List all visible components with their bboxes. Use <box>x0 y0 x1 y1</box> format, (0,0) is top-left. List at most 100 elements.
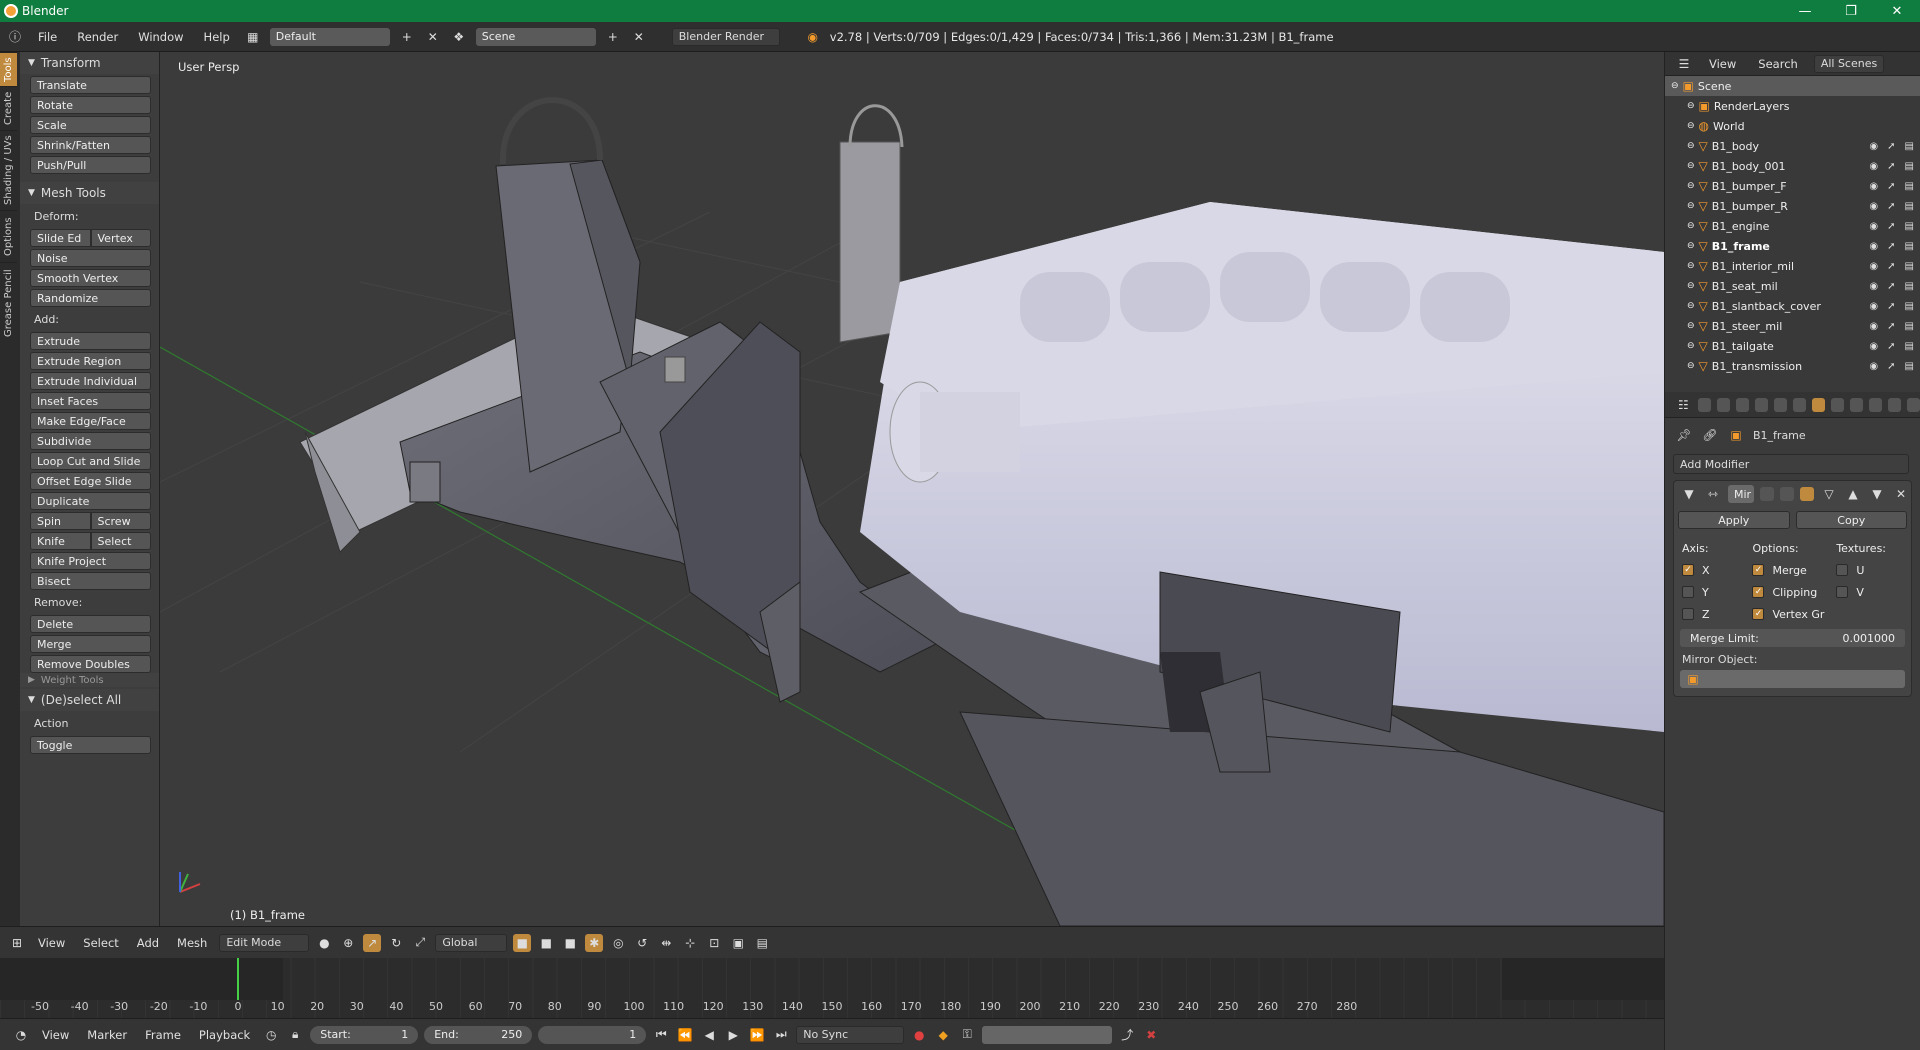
display-mode-dropdown[interactable]: All Scenes <box>1813 54 1885 73</box>
minimize-button[interactable]: — <box>1782 4 1828 19</box>
menu-help[interactable]: Help <box>198 30 236 44</box>
manipulator-icon[interactable]: ↗ <box>363 933 382 952</box>
eye-icon[interactable]: ◉ <box>1869 141 1878 152</box>
texture-tab-icon[interactable] <box>1868 397 1882 412</box>
subdivide-button[interactable]: Subdivide <box>30 432 151 450</box>
move-down-icon[interactable]: ▼ <box>1868 485 1886 503</box>
cursor-icon[interactable]: ➚ <box>1887 341 1895 352</box>
make-edge-face-button[interactable]: Make Edge/Face <box>30 412 151 430</box>
expand-toggle-icon[interactable]: ⊖ <box>1671 81 1679 91</box>
keying-set-field-icon[interactable]: ⚿ <box>958 1026 976 1044</box>
rotate-manipulator-icon[interactable]: ↻ <box>387 934 405 952</box>
screen-layout-icon[interactable]: ▦ <box>244 28 262 46</box>
texture-checkbox[interactable]: V <box>1836 581 1903 603</box>
jump-keyframe-forward-icon[interactable]: ⏩ <box>748 1026 766 1044</box>
expand-toggle-icon[interactable]: ⊖ <box>1687 281 1695 291</box>
eye-icon[interactable]: ◉ <box>1869 301 1878 312</box>
loop-cut-slide-button[interactable]: Loop Cut and Slide <box>30 452 151 470</box>
expand-toggle-icon[interactable]: ⊖ <box>1687 261 1695 271</box>
remove-scene-icon[interactable]: ✕ <box>630 28 648 46</box>
outliner-item[interactable]: ⊖ ▽ B1_frame ◉ ➚ ▤ <box>1665 236 1920 256</box>
timeline[interactable]: -50 -40 -30 -20 -10 0 10 20 30 40 50 60 70 80 90 100 110… <box>0 958 1664 1018</box>
pin-icon[interactable]: 📌︎ <box>1675 426 1693 444</box>
data-tab-icon[interactable] <box>1830 397 1844 412</box>
insert-keyframe-icon[interactable]: ⤴ <box>1118 1026 1136 1044</box>
remove-doubles-button[interactable]: Remove Doubles <box>30 655 151 673</box>
bisect-button[interactable]: Bisect <box>30 572 151 590</box>
render-engine-dropdown[interactable]: Blender Render <box>671 27 780 46</box>
axis-checkbox[interactable]: ✓ X <box>1682 559 1752 581</box>
cursor-icon[interactable]: ➚ <box>1887 221 1895 232</box>
checkbox-box[interactable] <box>1682 586 1694 598</box>
keying-set-icon[interactable]: ◆ <box>934 1026 952 1044</box>
expand-toggle-icon[interactable]: ⊖ <box>1687 361 1695 371</box>
option-checkbox[interactable]: ✓ Merge <box>1752 559 1836 581</box>
noise-button[interactable]: Noise <box>30 249 151 267</box>
cursor-icon[interactable]: ➚ <box>1887 261 1895 272</box>
knife-button[interactable]: Knife <box>30 532 91 550</box>
mirror-object-field[interactable]: ▣ <box>1680 670 1905 688</box>
apply-button[interactable]: Apply <box>1678 511 1790 529</box>
camera-icon[interactable]: ▤ <box>1905 201 1914 212</box>
play-icon[interactable]: ▶ <box>724 1026 742 1044</box>
physics-tab-icon[interactable] <box>1906 397 1920 412</box>
opengl-anim-icon[interactable]: ▤ <box>753 934 771 952</box>
menu-view[interactable]: View <box>36 1028 75 1042</box>
screen-layout-field[interactable]: Default <box>269 27 390 46</box>
add-modifier-dropdown[interactable]: Add Modifier <box>1673 454 1909 474</box>
checkbox-box[interactable]: ✓ <box>1752 586 1765 598</box>
world-tab-icon[interactable] <box>1754 397 1768 412</box>
maximize-button[interactable]: ❐ <box>1828 4 1874 19</box>
expand-toggle-icon[interactable]: ⊖ <box>1687 241 1695 251</box>
constraints-tab-icon[interactable] <box>1792 397 1806 412</box>
knife-project-button[interactable]: Knife Project <box>30 552 151 570</box>
menu-view[interactable]: View <box>1703 57 1742 71</box>
eye-icon[interactable]: ◉ <box>1869 161 1878 172</box>
editor-type-icon[interactable]: ☷ <box>1675 396 1692 414</box>
cursor-icon[interactable]: ➚ <box>1887 241 1895 252</box>
mesh-tools-panel-header[interactable]: ▼ Mesh Tools <box>20 182 159 204</box>
expand-toggle-icon[interactable]: ⊖ <box>1687 101 1695 111</box>
outliner-item[interactable]: ⊖ ▽ B1_engine ◉ ➚ ▤ <box>1665 216 1920 236</box>
cursor-icon[interactable]: ➚ <box>1887 281 1895 292</box>
limit-selection-icon[interactable]: ✱ <box>585 933 604 952</box>
outliner-item[interactable]: ⊖ ▣ Scene <box>1665 76 1920 96</box>
start-frame-field[interactable]: Start: 1 <box>310 1025 419 1044</box>
expand-toggle-icon[interactable]: ⊖ <box>1687 121 1695 131</box>
smooth-vertex-button[interactable]: Smooth Vertex <box>30 269 151 287</box>
merge-button[interactable]: Merge <box>30 635 151 653</box>
collapse-triangle-icon[interactable]: ▼ <box>1680 485 1698 503</box>
camera-icon[interactable]: ▤ <box>1905 321 1914 332</box>
merge-limit-field[interactable]: Merge Limit: 0.001000 <box>1680 629 1905 647</box>
eye-icon[interactable]: ◉ <box>1869 241 1878 252</box>
eye-icon[interactable]: ◉ <box>1869 201 1878 212</box>
cursor-icon[interactable]: ➚ <box>1887 321 1895 332</box>
scene-field[interactable]: Scene <box>475 27 596 46</box>
delete-button[interactable]: Delete <box>30 615 151 633</box>
remove-modifier-icon[interactable]: ✕ <box>1892 485 1910 503</box>
cursor-icon[interactable]: ➚ <box>1887 301 1895 312</box>
cursor-icon[interactable]: ➚ <box>1887 161 1895 172</box>
spin-button[interactable]: Spin <box>30 512 91 530</box>
camera-icon[interactable]: ▤ <box>1905 361 1914 372</box>
cursor-icon[interactable]: ➚ <box>1887 361 1895 372</box>
eye-icon[interactable]: ◉ <box>1869 281 1878 292</box>
outliner-item[interactable]: ⊖ ▽ B1_interior_mil ◉ ➚ ▤ <box>1665 256 1920 276</box>
camera-icon[interactable]: ▤ <box>1905 181 1914 192</box>
modifier-name-field[interactable]: Mir <box>1728 485 1754 503</box>
menu-search[interactable]: Search <box>1752 57 1804 71</box>
tab-create[interactable]: Create <box>0 86 17 130</box>
shading-dropdown-icon[interactable]: ● <box>315 934 333 952</box>
scale-manipulator-icon[interactable]: ⤢ <box>411 934 429 952</box>
option-checkbox[interactable]: ✓ Clipping <box>1752 581 1836 603</box>
end-frame-field[interactable]: End: 250 <box>424 1025 533 1044</box>
close-button[interactable]: ✕ <box>1874 4 1920 19</box>
outliner-item[interactable]: ⊖ ▽ B1_body ◉ ➚ ▤ <box>1665 136 1920 156</box>
play-reverse-icon[interactable]: ◀ <box>700 1026 718 1044</box>
tab-grease-pencil[interactable]: Grease Pencil <box>0 262 17 344</box>
scale-button[interactable]: Scale <box>30 116 151 134</box>
move-up-icon[interactable]: ▲ <box>1844 485 1862 503</box>
menu-render[interactable]: Render <box>71 30 124 44</box>
knife-select-button[interactable]: Select <box>90 532 151 550</box>
snap-target-icon[interactable]: ⊡ <box>705 934 723 952</box>
